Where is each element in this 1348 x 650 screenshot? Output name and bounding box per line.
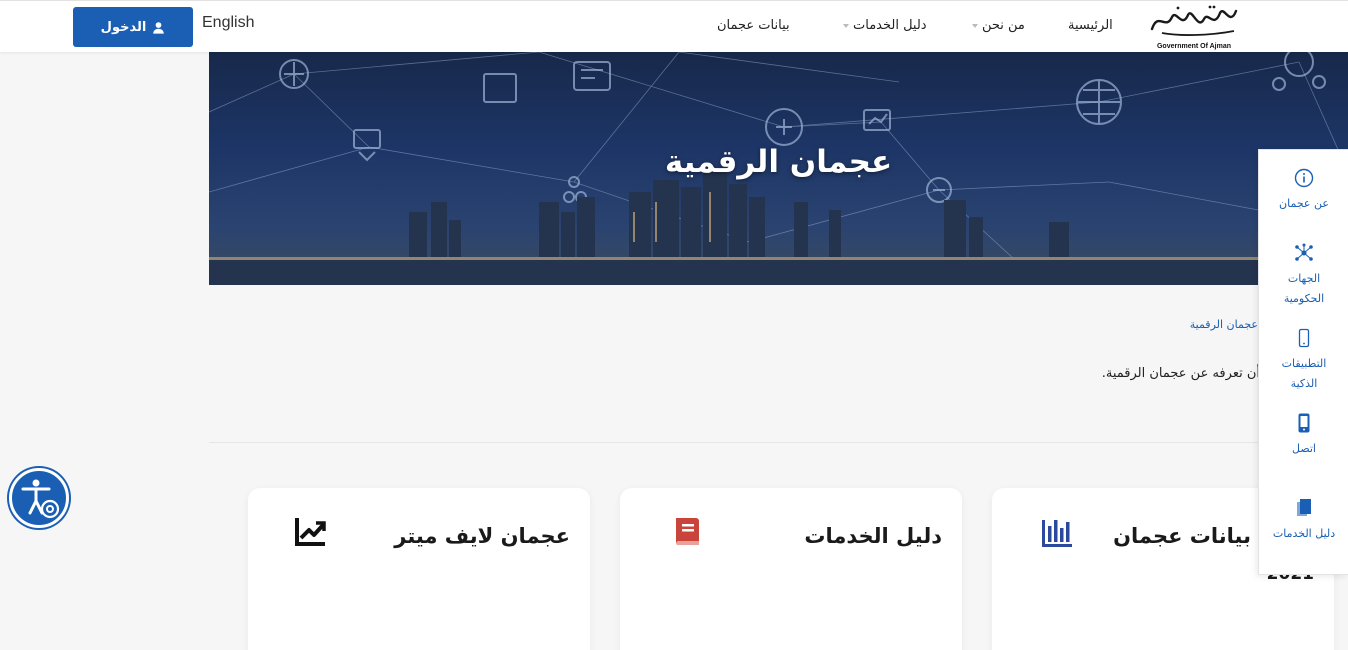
hero-banner: عجمان الرقمية <box>209 52 1348 285</box>
side-quick-links-panel: عن عجمان الجهات الحكومية التطبيقات الذكي… <box>1258 149 1348 575</box>
user-icon <box>153 21 165 34</box>
side-item-label: الذكية <box>1290 377 1318 390</box>
side-item-contact[interactable]: اتصل <box>1259 413 1348 459</box>
side-item-government-entities[interactable]: الجهات الحكومية <box>1259 243 1348 309</box>
nav-label: بيانات عجمان <box>717 18 790 33</box>
accessibility-button[interactable] <box>9 468 69 528</box>
chevron-down-icon <box>972 23 978 28</box>
nav-item-about-us[interactable]: من نحن <box>972 18 1025 33</box>
calligraphy-logo-icon <box>1150 5 1238 36</box>
login-label: الدخول <box>100 19 147 35</box>
side-item-smart-apps[interactable]: التطبيقات الذكية <box>1259 328 1348 394</box>
side-item-about-ajman[interactable]: عن عجمان <box>1259 168 1348 214</box>
side-item-label: التطبيقات <box>1281 357 1327 370</box>
smartphone-outline-icon <box>1298 328 1310 348</box>
documents-icon <box>1297 499 1311 516</box>
card-services-guide[interactable]: دليل الخدمات <box>620 488 962 650</box>
side-item-label: اتصل <box>1292 442 1316 455</box>
intro-text: أن تعرفه عن عجمان الرقمية. <box>1101 366 1260 381</box>
nav-item-ajman-data[interactable]: بيانات عجمان <box>717 18 790 33</box>
card-ajman-live-meter[interactable]: عجمان لايف ميتر <box>248 488 590 650</box>
nav-label: دليل الخدمات <box>853 18 927 33</box>
side-item-label: دليل الخدمات <box>1272 527 1336 540</box>
network-icon <box>1295 243 1313 261</box>
government-logo[interactable]: Government Of Ajman <box>1148 3 1240 51</box>
chevron-down-icon <box>843 23 849 28</box>
login-button[interactable]: الدخول <box>73 7 193 47</box>
bar-chart-icon <box>1042 520 1072 547</box>
nav-label: من نحن <box>982 18 1025 33</box>
accessibility-settings-icon <box>21 479 60 519</box>
breadcrumb[interactable]: عجمان الرقمية <box>1150 318 1258 331</box>
side-item-services-guide[interactable]: دليل الخدمات <box>1259 498 1348 544</box>
logo-caption: Government Of Ajman <box>1156 43 1232 50</box>
side-item-label: عن عجمان <box>1279 197 1329 210</box>
book-icon <box>676 518 699 546</box>
nav-item-home[interactable]: الرئيسية <box>1068 18 1113 33</box>
language-switch-link[interactable]: English <box>202 14 254 32</box>
card-title: دليل الخدمات <box>804 524 942 548</box>
card-title: عجمان لايف ميتر <box>394 524 570 548</box>
hero-title: عجمان الرقمية <box>664 144 893 180</box>
info-icon <box>1294 168 1314 188</box>
section-divider <box>209 442 1259 443</box>
mobile-phone-icon <box>1298 413 1310 433</box>
top-header: الدخول English بيانات عجمان دليل الخدمات… <box>0 0 1348 52</box>
trend-line-icon <box>295 518 326 546</box>
side-item-label: الحكومية <box>1283 292 1325 305</box>
nav-item-services-guide[interactable]: دليل الخدمات <box>843 18 927 33</box>
nav-label: الرئيسية <box>1068 18 1113 33</box>
side-item-label: الجهات <box>1287 272 1321 285</box>
